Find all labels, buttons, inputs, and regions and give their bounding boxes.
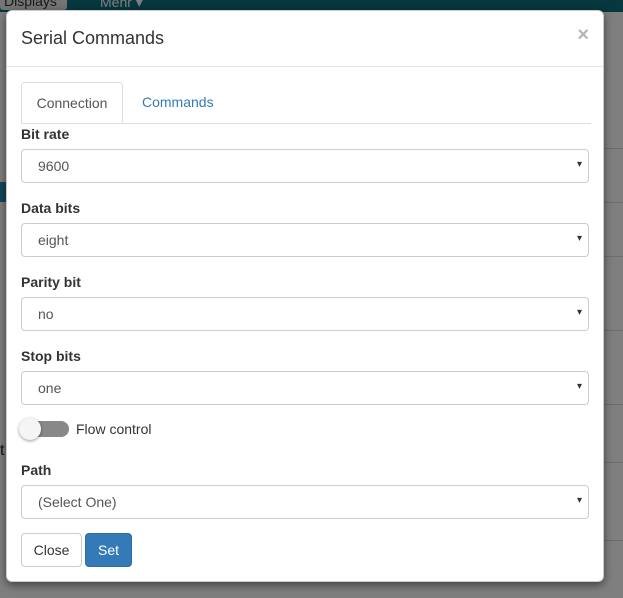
- stop-bits-label: Stop bits: [21, 348, 81, 364]
- parity-bit-value: no: [38, 306, 54, 322]
- chevron-down-icon: ▾: [576, 233, 582, 244]
- close-icon[interactable]: ×: [577, 24, 589, 47]
- parity-bit-label: Parity bit: [21, 274, 81, 290]
- bit-rate-value: 9600: [38, 158, 70, 174]
- bit-rate-label: Bit rate: [21, 126, 70, 142]
- close-button[interactable]: Close: [21, 533, 82, 567]
- parity-bit-select[interactable]: no ▾: [21, 297, 589, 331]
- set-button[interactable]: Set: [85, 533, 132, 567]
- chevron-down-icon: ▾: [576, 307, 582, 318]
- data-bits-select[interactable]: eight ▾: [21, 223, 589, 257]
- path-select[interactable]: (Select One) ▾: [21, 485, 589, 519]
- path-label: Path: [21, 462, 52, 478]
- dialog-header: Serial Commands ×: [7, 11, 603, 67]
- flow-control-label: Flow control: [76, 421, 152, 437]
- tab-connection[interactable]: Connection: [21, 82, 123, 123]
- tab-commands[interactable]: Commands: [126, 82, 230, 123]
- dialog-title: Serial Commands: [21, 28, 165, 48]
- path-value: (Select One): [38, 494, 117, 510]
- serial-commands-dialog: Serial Commands × Connection Commands Bi…: [6, 10, 604, 582]
- flow-control-toggle[interactable]: [19, 418, 69, 440]
- stop-bits-select[interactable]: one ▾: [21, 371, 589, 405]
- data-bits-label: Data bits: [21, 200, 81, 216]
- chevron-down-icon: ▾: [576, 159, 582, 170]
- data-bits-value: eight: [38, 232, 69, 248]
- chevron-down-icon: ▾: [576, 381, 582, 392]
- toggle-knob: [19, 418, 41, 440]
- dialog-tabs: Connection Commands: [21, 82, 591, 124]
- stop-bits-value: one: [38, 380, 62, 396]
- chevron-down-icon: ▾: [576, 495, 582, 506]
- bit-rate-select[interactable]: 9600 ▾: [21, 149, 589, 183]
